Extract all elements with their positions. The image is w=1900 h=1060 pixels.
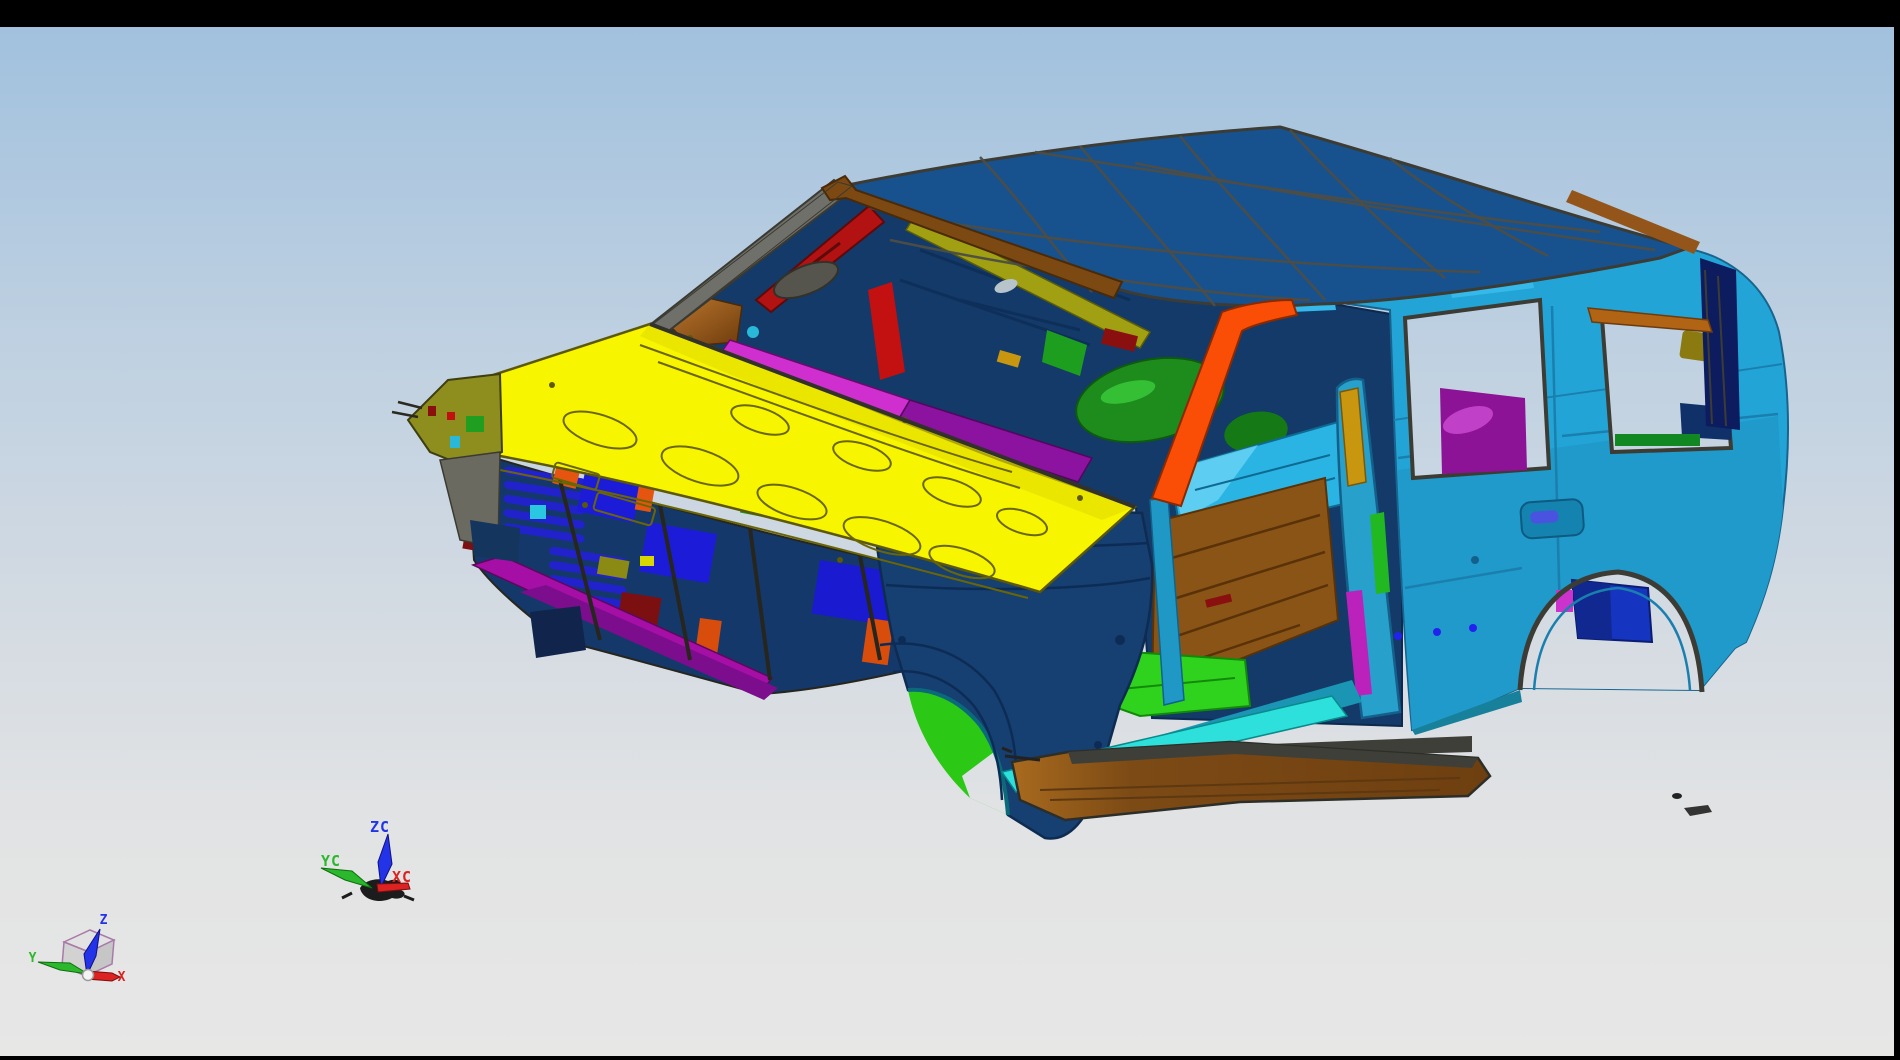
scene-svg: ZC YC XC Z Y X [0,0,1900,1060]
bolt-dot [1471,556,1479,564]
debris [1672,793,1712,816]
teal-dot [747,326,759,338]
tip-green-patch [466,416,484,432]
abs-z-label[interactable]: Z [100,913,109,928]
abs-x-label[interactable]: X [118,970,127,985]
plug-dot [1469,624,1477,632]
wcs-y-arrow[interactable] [321,868,372,888]
front-flap-navy[interactable] [530,606,586,658]
tip-red-dot [447,412,455,420]
fender-hole [1115,635,1125,645]
wcs-triad[interactable]: ZC YC XC [321,818,414,901]
cyan-bit [530,505,546,519]
car-model[interactable] [392,127,1788,838]
abs-origin-sphere[interactable] [83,970,94,981]
plug-dot [1433,628,1441,636]
abs-triad[interactable]: Z Y X [29,913,127,985]
fender-hole [1094,741,1102,749]
cad-window: ZC YC XC Z Y X [0,0,1900,1060]
plug-dot [1394,632,1402,640]
door-handle[interactable] [1530,510,1559,524]
tip-dark-red [428,406,436,416]
tip-cyan-patch [450,436,460,448]
yellow-dot [640,556,654,566]
wcs-z-label[interactable]: ZC [370,818,390,836]
wcs-y-label[interactable]: YC [321,852,341,870]
abs-y-label[interactable]: Y [29,951,38,966]
wcs-x-label[interactable]: XC [392,868,412,886]
wcs-z-arrow[interactable] [378,834,392,887]
window-green-strip [1615,434,1700,446]
fender-hole [898,636,906,644]
